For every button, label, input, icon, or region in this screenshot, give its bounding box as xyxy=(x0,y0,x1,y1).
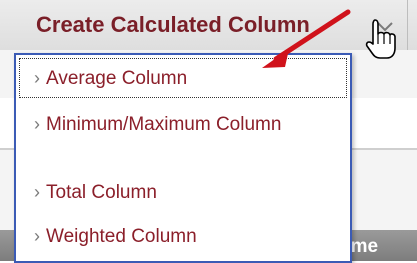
chevron-right-icon: › xyxy=(34,182,40,202)
menu-item-label: Total Column xyxy=(46,182,157,203)
chevron-right-icon: › xyxy=(34,68,40,88)
menu-item-weighted-column[interactable]: › Weighted Column xyxy=(34,221,334,252)
toolbar-divider xyxy=(407,0,408,50)
menu-item-label: Minimum/Maximum Column xyxy=(46,114,282,135)
chevron-down-icon[interactable] xyxy=(372,14,398,40)
calculated-column-menu: › Average Column › Minimum/Maximum Column … xyxy=(14,53,352,263)
menu-item-label: Average Column xyxy=(46,68,188,89)
menu-item-total-column[interactable]: › Total Column xyxy=(34,177,334,208)
create-calculated-column-label: Create Calculated Column xyxy=(36,12,310,37)
menu-item-average-column[interactable]: › Average Column xyxy=(34,63,334,94)
chevron-right-icon: › xyxy=(34,114,40,134)
create-calculated-column-button[interactable]: Create Calculated Column xyxy=(26,0,324,50)
menu-item-label: Weighted Column xyxy=(46,226,197,247)
menu-item-minimum-maximum-column[interactable]: › Minimum/Maximum Column xyxy=(34,109,334,140)
chevron-right-icon: › xyxy=(34,226,40,246)
